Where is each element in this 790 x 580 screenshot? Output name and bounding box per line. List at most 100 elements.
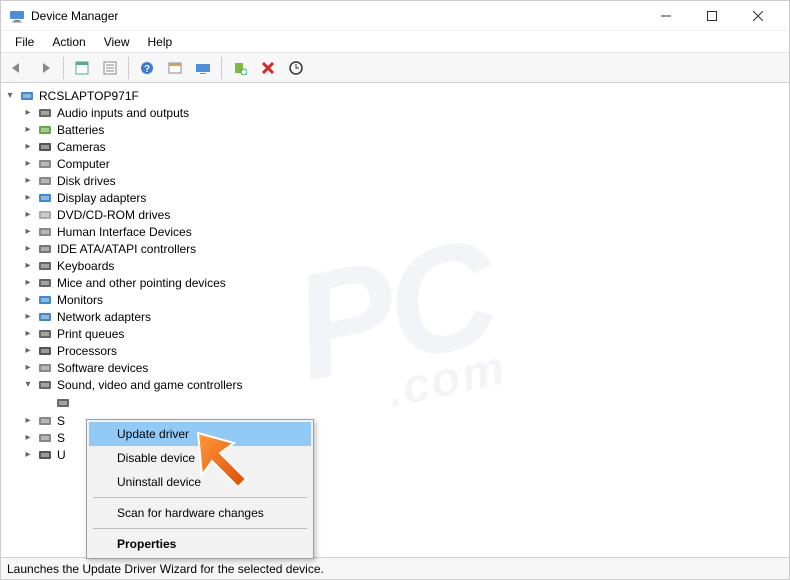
tree-category-6[interactable]: ▸ DVD/CD-ROM drives [3,206,787,223]
update-driver-toolbar-icon[interactable] [284,56,308,80]
details-pane-icon[interactable] [98,56,122,80]
tree-category-0[interactable]: ▸ Audio inputs and outputs [3,104,787,121]
tree-category-8[interactable]: ▸ IDE ATA/ATAPI controllers [3,240,787,257]
scan-hardware-icon[interactable] [228,56,252,80]
tree-node-label: RCSLAPTOP971F [39,89,139,103]
show-hidden-icon[interactable] [191,56,215,80]
tree-category-3[interactable]: ▸ Computer [3,155,787,172]
forward-icon[interactable] [33,56,57,80]
keyboard-icon [37,258,53,274]
tree-node-label: Monitors [57,293,103,307]
chevron-right-icon[interactable]: ▸ [21,344,35,358]
cpu-icon [37,343,53,359]
tree-category-5[interactable]: ▸ Display adapters [3,189,787,206]
tree-category-11[interactable]: ▸ Monitors [3,291,787,308]
chevron-right-icon[interactable]: ▸ [21,276,35,290]
context-menu-item-properties[interactable]: Properties [89,532,311,556]
close-button[interactable] [735,1,781,31]
tree-category-15[interactable]: ▸Software devices [3,359,787,376]
tree-category-9[interactable]: ▸Keyboards [3,257,787,274]
cdrom-icon [37,207,53,223]
chevron-right-icon[interactable]: ▸ [21,361,35,375]
tree-node-label: DVD/CD-ROM drives [57,208,170,222]
chevron-right-icon[interactable]: ▸ [21,208,35,222]
chevron-right-icon[interactable]: ▸ [21,174,35,188]
tree-category-7[interactable]: ▸ Human Interface Devices [3,223,787,240]
pointer-arrow-icon [190,425,270,508]
chevron-down-icon[interactable]: ▾ [3,89,17,103]
tree-node-label: U [57,448,66,462]
menu-help[interactable]: Help [140,33,181,51]
chevron-right-icon[interactable]: ▸ [21,242,35,256]
tree-category-12[interactable]: ▸ Network adapters [3,308,787,325]
chevron-right-icon[interactable]: ▸ [21,225,35,239]
chevron-right-icon[interactable]: ▸ [21,140,35,154]
tree-device-selected[interactable] [3,393,787,412]
tree-root[interactable]: ▾ RCSLAPTOP971F [3,87,787,104]
monitor-icon [37,292,53,308]
disk-icon [37,173,53,189]
tree-category-14[interactable]: ▸Processors [3,342,787,359]
window-title: Device Manager [31,9,643,23]
hid-icon [37,224,53,240]
menu-action[interactable]: Action [44,33,93,51]
tree-node-label: Cameras [57,140,106,154]
chevron-right-icon[interactable]: ▸ [21,448,35,462]
tree-node-label: Computer [57,157,110,171]
status-text: Launches the Update Driver Wizard for th… [7,562,324,576]
tree-node-label: Display adapters [57,191,146,205]
chevron-right-icon[interactable]: ▸ [21,191,35,205]
pc-icon [37,156,53,172]
tree-node-label: Disk drives [57,174,116,188]
tree-category-4[interactable]: ▸ Disk drives [3,172,787,189]
chevron-right-icon[interactable]: ▸ [21,259,35,273]
mouse-icon [37,275,53,291]
maximize-button[interactable] [689,1,735,31]
chevron-right-icon[interactable]: ▸ [21,123,35,137]
tree-node-label: Network adapters [57,310,151,324]
tree-node-label: Mice and other pointing devices [57,276,226,290]
back-icon[interactable] [5,56,29,80]
system-icon [37,430,53,446]
chevron-right-icon[interactable]: ▸ [21,293,35,307]
toolbar: ? [1,53,789,83]
printer-icon [37,326,53,342]
tree-node-label: Sound, video and game controllers [57,378,242,392]
tree-node-label: Human Interface Devices [57,225,192,239]
remove-device-icon[interactable] [256,56,280,80]
chevron-right-icon[interactable]: ▸ [21,327,35,341]
help-icon[interactable]: ? [135,56,159,80]
tree-node-label: Audio inputs and outputs [57,106,189,120]
tree-node-label: Print queues [57,327,124,341]
minimize-button[interactable] [643,1,689,31]
camera-icon [37,139,53,155]
computer-icon [19,88,35,104]
properties-page-icon[interactable] [70,56,94,80]
ide-icon [37,241,53,257]
expander-none [39,396,53,410]
chevron-right-icon[interactable]: ▸ [21,414,35,428]
tree-node-label: IDE ATA/ATAPI controllers [57,242,196,256]
menu-file[interactable]: File [7,33,42,51]
tree-category-1[interactable]: ▸Batteries [3,121,787,138]
software-icon [37,360,53,376]
window-controls [643,1,781,31]
tree-node-label: S [57,414,65,428]
tree-category-13[interactable]: ▸ Print queues [3,325,787,342]
sound-icon [37,377,53,393]
usb-icon [37,447,53,463]
chevron-right-icon[interactable]: ▸ [21,157,35,171]
menu-view[interactable]: View [96,33,138,51]
chevron-down-icon[interactable]: ▾ [21,378,35,392]
tree-category-10[interactable]: ▸ Mice and other pointing devices [3,274,787,291]
chevron-right-icon[interactable]: ▸ [21,431,35,445]
tree-category-2[interactable]: ▸ Cameras [3,138,787,155]
app-icon [9,8,25,24]
tree-node-label: S [57,431,65,445]
speaker-icon [37,105,53,121]
titlebar: Device Manager [1,1,789,31]
tree-category-16[interactable]: ▾ Sound, video and game controllers [3,376,787,393]
chevron-right-icon[interactable]: ▸ [21,310,35,324]
chevron-right-icon[interactable]: ▸ [21,106,35,120]
action-log-icon[interactable] [163,56,187,80]
